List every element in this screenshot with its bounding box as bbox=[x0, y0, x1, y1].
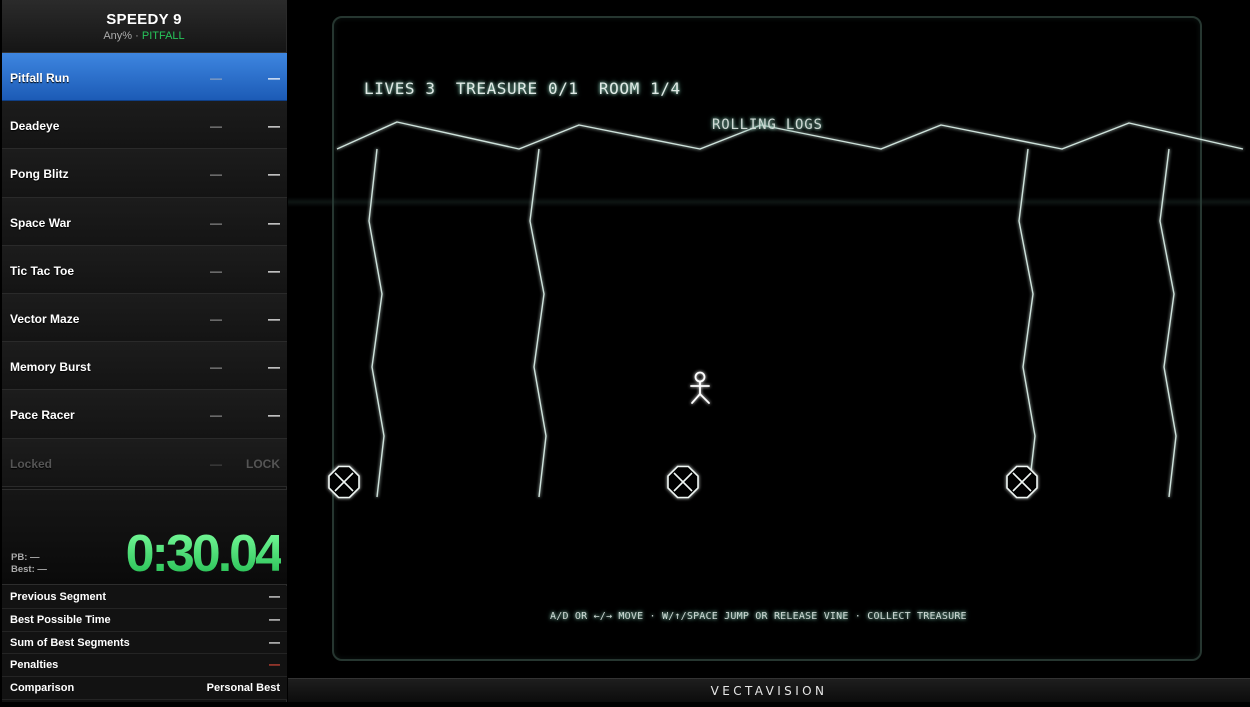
segment-delta: — bbox=[210, 167, 222, 182]
info-row-comparison[interactable]: Comparison Personal Best bbox=[2, 677, 287, 700]
segment-time: — bbox=[268, 215, 280, 230]
segment-row-memory-burst[interactable]: Memory Burst — — bbox=[2, 342, 287, 391]
brand-logo: VECTAVISION bbox=[710, 684, 828, 698]
info-label: Best Possible Time bbox=[10, 613, 111, 626]
segment-time: — bbox=[268, 408, 280, 423]
info-row-previous-segment: Previous Segment — bbox=[2, 586, 287, 609]
rolling-log-icon bbox=[328, 465, 360, 499]
info-rows: Previous Segment — Best Possible Time — … bbox=[2, 586, 287, 700]
segment-row-space-war[interactable]: Space War — — bbox=[2, 197, 287, 246]
segment-row-deadeye[interactable]: Deadeye — — bbox=[2, 101, 287, 150]
vine-tree bbox=[368, 148, 385, 498]
rolling-log-icon bbox=[1006, 465, 1038, 499]
segment-delta: — bbox=[210, 215, 222, 230]
splits-panel: SPEEDY 9 Any% · PITFALL Pitfall Run — — … bbox=[2, 0, 287, 702]
segment-row-locked: Locked — LOCK bbox=[2, 438, 287, 487]
rolling-log-icon bbox=[667, 465, 699, 499]
info-value: — bbox=[269, 613, 280, 626]
segment-delta: — bbox=[210, 360, 222, 375]
category-label: Any% bbox=[103, 30, 133, 42]
info-label: Previous Segment bbox=[10, 591, 106, 603]
info-label: Comparison bbox=[10, 682, 75, 695]
segment-delta: — bbox=[210, 119, 222, 134]
segment-time: — bbox=[268, 71, 280, 85]
segment-time: — bbox=[268, 119, 280, 134]
segment-name: Pitfall Run bbox=[10, 71, 70, 85]
segment-time: — bbox=[268, 360, 280, 375]
info-label: Penalties bbox=[10, 659, 59, 672]
game-hud: LIVES 3 TREASURE 0/1 ROOM 1/4 bbox=[364, 79, 681, 98]
segment-name: Pace Racer bbox=[10, 408, 75, 423]
category-line: Any% · PITFALL bbox=[2, 29, 286, 43]
game-scene bbox=[328, 121, 1244, 499]
segment-time: LOCK bbox=[246, 456, 280, 471]
segment-delta: — bbox=[210, 408, 222, 423]
player-icon bbox=[690, 371, 710, 404]
room-name: ROLLING LOGS bbox=[712, 117, 823, 133]
game-title: SPEEDY 9 bbox=[106, 11, 182, 28]
segment-row-vector-maze[interactable]: Vector Maze — — bbox=[2, 293, 287, 343]
segment-list: Pitfall Run — — Deadeye — — Pong Blitz —… bbox=[2, 53, 287, 487]
footer-bar: VECTAVISION bbox=[288, 678, 1250, 702]
hud-room: ROOM 1/4 bbox=[598, 79, 681, 98]
segment-delta: — bbox=[210, 311, 222, 326]
vine-tree bbox=[1018, 148, 1036, 498]
info-label: Sum of Best Segments bbox=[10, 636, 130, 649]
controls-help: A/D OR ←/→ MOVE · W/↑/SPACE JUMP OR RELE… bbox=[550, 611, 967, 622]
comparison-value[interactable]: Personal Best bbox=[207, 682, 280, 694]
segment-time: — bbox=[268, 263, 280, 278]
hud-treasure: TREASURE 0/1 bbox=[455, 79, 579, 98]
info-value: — bbox=[269, 659, 280, 672]
segment-row-pace-racer[interactable]: Pace Racer — — bbox=[2, 390, 287, 439]
segment-row-tic-tac-toe[interactable]: Tic Tac Toe — — bbox=[2, 245, 287, 294]
segment-name: Deadeye bbox=[10, 119, 60, 134]
vine-tree bbox=[529, 148, 547, 498]
info-value: — bbox=[269, 591, 280, 603]
segment-name: Space War bbox=[10, 215, 71, 230]
segment-delta: — bbox=[210, 71, 222, 85]
segment-name: Pong Blitz bbox=[10, 167, 69, 182]
segment-row-pitfall-run[interactable]: Pitfall Run — — bbox=[2, 53, 287, 102]
splits-header: SPEEDY 9 Any% · PITFALL bbox=[2, 0, 286, 53]
pb-text: PB: — bbox=[11, 552, 40, 563]
category-separator: · bbox=[132, 30, 142, 42]
info-row-sum-of-best: Sum of Best Segments — bbox=[2, 631, 287, 655]
game-area[interactable]: LIVES 3 TREASURE 0/1 ROOM 1/4 ROLLING LO… bbox=[288, 0, 1250, 678]
segment-name: Vector Maze bbox=[10, 311, 80, 326]
segment-delta: — bbox=[210, 456, 222, 471]
segment-time: — bbox=[268, 311, 280, 326]
run-timer: 0:30.04 bbox=[125, 525, 284, 583]
pb-lines: PB: — Best: — bbox=[11, 552, 47, 576]
info-value: — bbox=[269, 636, 280, 649]
vine-tree bbox=[1159, 148, 1177, 498]
segment-name: Memory Burst bbox=[10, 360, 91, 375]
hud-lives: LIVES 3 bbox=[364, 79, 436, 98]
best-text: Best: — bbox=[11, 564, 47, 575]
segment-row-pong-blitz[interactable]: Pong Blitz — — bbox=[2, 149, 287, 198]
info-row-penalties: Penalties — bbox=[2, 654, 287, 678]
variant-label: PITFALL bbox=[141, 30, 185, 42]
timer-box: PB: — Best: — 0:30.04 bbox=[2, 489, 287, 585]
segment-delta: — bbox=[210, 263, 222, 278]
segment-name: Tic Tac Toe bbox=[10, 263, 75, 278]
segment-time: — bbox=[268, 167, 280, 182]
info-row-best-possible-time: Best Possible Time — bbox=[2, 608, 287, 632]
segment-name: Locked bbox=[10, 456, 53, 471]
